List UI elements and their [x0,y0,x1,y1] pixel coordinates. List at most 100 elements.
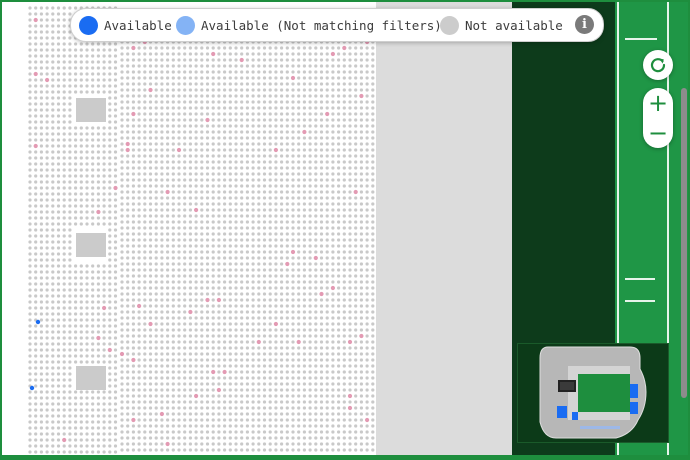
seat[interactable] [177,76,181,80]
seat[interactable] [120,184,124,188]
seat[interactable] [56,18,61,22]
seat[interactable] [359,196,363,200]
seat[interactable] [200,178,204,182]
seat[interactable] [319,291,324,297]
seat[interactable] [126,394,130,398]
seat[interactable] [274,352,278,356]
seat[interactable] [245,424,249,428]
seat[interactable] [113,222,118,226]
seat[interactable] [143,286,147,290]
seat[interactable] [342,244,346,248]
seat[interactable] [143,82,147,86]
seat[interactable] [56,450,61,454]
seat[interactable] [79,126,83,130]
seat[interactable] [217,94,221,98]
seat[interactable] [154,94,158,98]
seat[interactable] [143,214,147,218]
seat[interactable] [200,364,204,368]
seat[interactable] [342,148,346,152]
seat[interactable] [359,412,363,416]
seat[interactable] [342,334,346,338]
seat[interactable] [354,184,358,188]
seat[interactable] [274,136,278,140]
seat[interactable] [240,118,244,122]
seat[interactable] [314,400,318,404]
seat[interactable] [194,388,198,392]
seat[interactable] [257,100,261,104]
seat[interactable] [62,390,66,394]
seat[interactable] [337,136,341,140]
seat[interactable] [302,382,306,386]
seat[interactable] [337,250,341,254]
seat[interactable] [245,436,249,440]
seat[interactable] [51,204,55,208]
seat[interactable] [354,370,358,374]
seat[interactable] [108,222,112,226]
seat[interactable] [120,160,124,164]
seat[interactable] [28,6,32,10]
seat[interactable] [74,168,78,172]
seat[interactable] [96,60,100,64]
seat[interactable] [234,46,238,50]
seat[interactable] [223,328,227,332]
seat[interactable] [143,190,147,194]
seat[interactable] [177,286,181,290]
seat[interactable] [251,298,255,302]
seat[interactable] [120,400,124,404]
seat[interactable] [28,258,32,262]
seat[interactable] [308,202,312,206]
seat[interactable] [234,370,238,374]
seat[interactable] [228,154,232,158]
seat[interactable] [245,244,249,248]
seat[interactable] [45,162,49,166]
seat[interactable] [91,420,95,424]
seat[interactable] [102,138,106,142]
seat[interactable] [223,148,227,152]
seat[interactable] [359,214,363,218]
seat[interactable] [79,186,83,190]
seat[interactable] [62,282,66,286]
seat[interactable] [166,214,170,218]
seat[interactable] [240,88,244,92]
seat[interactable] [228,316,232,320]
seat[interactable] [200,412,204,416]
seat[interactable] [56,192,61,196]
seat[interactable] [354,406,358,410]
seat[interactable] [217,100,221,104]
seat[interactable] [268,100,272,104]
seat[interactable] [160,346,164,350]
seat[interactable] [160,220,164,224]
seat[interactable] [120,292,124,296]
seat[interactable] [234,346,238,350]
seat[interactable] [148,268,153,272]
seat[interactable] [371,298,375,302]
seat[interactable] [120,370,124,374]
seat[interactable] [251,202,255,206]
seat[interactable] [28,222,32,226]
seat[interactable] [51,378,55,382]
seat[interactable] [148,250,153,254]
seat[interactable] [131,328,135,332]
seat[interactable] [171,364,175,368]
seat[interactable] [194,82,198,86]
seat[interactable] [228,376,232,380]
seat[interactable] [200,430,204,434]
seat[interactable] [34,390,38,394]
seat[interactable] [348,424,352,428]
seat[interactable] [39,414,43,418]
seat[interactable] [337,154,341,158]
seat[interactable] [102,54,106,58]
seat[interactable] [245,262,249,266]
seat[interactable] [359,448,363,452]
seat[interactable] [251,100,255,104]
seat[interactable] [108,192,112,196]
seat[interactable] [314,46,318,50]
seat[interactable] [331,340,335,344]
seat[interactable] [183,244,187,248]
seat[interactable] [211,232,215,236]
seat[interactable] [143,202,147,206]
seat[interactable] [285,130,289,134]
seat[interactable] [262,196,267,200]
seat[interactable] [188,304,192,308]
seat[interactable] [268,448,272,452]
